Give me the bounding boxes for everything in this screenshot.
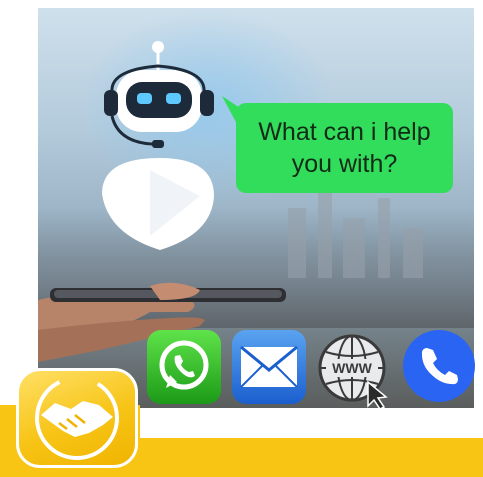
envelope-glyph xyxy=(240,345,298,388)
whatsapp-icon[interactable] xyxy=(147,330,221,404)
handshake-icon xyxy=(35,376,119,460)
speech-bubble-text: What can i help you with? xyxy=(258,118,431,178)
handset-glyph xyxy=(421,348,458,385)
phone-icon[interactable] xyxy=(403,330,475,402)
globe-glyph: WWW xyxy=(318,334,388,410)
www-label: WWW xyxy=(332,360,372,376)
www-globe-icon[interactable]: WWW xyxy=(314,330,394,410)
yellow-banner xyxy=(137,438,483,477)
whatsapp-glyph xyxy=(159,340,209,390)
handshake-badge xyxy=(16,368,138,468)
robot-icon xyxy=(102,41,214,250)
mail-icon[interactable] xyxy=(232,330,306,404)
